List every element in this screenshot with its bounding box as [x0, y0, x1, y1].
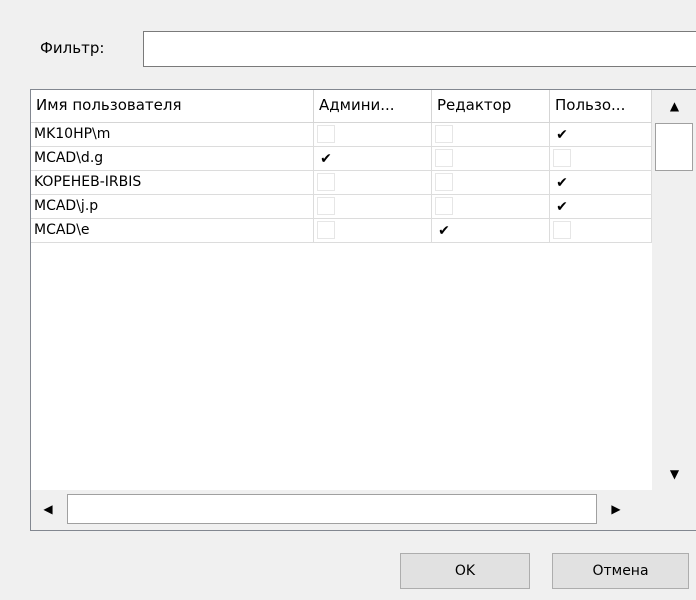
admin-checkbox[interactable]	[317, 221, 335, 239]
users-grid: Имя пользователя Админи... Редактор Поль…	[30, 89, 696, 531]
scroll-right-icon[interactable]: ▶	[599, 494, 633, 524]
editor-checkbox[interactable]	[435, 197, 453, 215]
cancel-button[interactable]: Отмена	[552, 553, 689, 589]
check-icon[interactable]: ✔	[553, 173, 571, 191]
ok-button[interactable]: OK	[400, 553, 530, 589]
user-checkbox[interactable]	[553, 149, 571, 167]
editor-cell: ✔	[432, 219, 550, 242]
admin-checkbox[interactable]	[317, 197, 335, 215]
editor-cell	[432, 171, 550, 194]
username-cell[interactable]: MCAD\e	[31, 219, 314, 242]
filter-label: Фильтр:	[40, 39, 105, 57]
table-row[interactable]: MCAD\d.g ✔	[31, 147, 652, 171]
table-row[interactable]: KOPEHEB-IRBIS ✔	[31, 171, 652, 195]
editor-checkbox[interactable]	[435, 173, 453, 191]
filter-input[interactable]	[143, 31, 696, 67]
user-cell: ✔	[550, 123, 652, 146]
column-header-editor[interactable]: Редактор	[432, 90, 550, 122]
vertical-scroll-thumb[interactable]	[655, 123, 693, 171]
vertical-scrollbar[interactable]: ▲ ▼	[652, 90, 696, 490]
username-cell[interactable]: MCAD\j.p	[31, 195, 314, 218]
admin-checkbox[interactable]	[317, 173, 335, 191]
column-header-admin[interactable]: Админи...	[314, 90, 432, 122]
editor-checkbox[interactable]	[435, 149, 453, 167]
admin-cell: ✔	[314, 147, 432, 170]
user-cell: ✔	[550, 195, 652, 218]
user-checkbox[interactable]	[553, 221, 571, 239]
column-header-username[interactable]: Имя пользователя	[31, 90, 314, 122]
horizontal-scroll-thumb[interactable]	[67, 494, 597, 524]
admin-cell	[314, 171, 432, 194]
user-cell	[550, 147, 652, 170]
admin-cell	[314, 219, 432, 242]
scroll-up-icon[interactable]: ▲	[652, 90, 696, 122]
table-row[interactable]: MK10HP\m ✔	[31, 123, 652, 147]
admin-cell	[314, 123, 432, 146]
scroll-down-icon[interactable]: ▼	[652, 458, 696, 490]
username-cell[interactable]: MCAD\d.g	[31, 147, 314, 170]
check-icon[interactable]: ✔	[553, 125, 571, 143]
table-row[interactable]: MCAD\j.p ✔	[31, 195, 652, 219]
editor-cell	[432, 147, 550, 170]
scroll-left-icon[interactable]: ◀	[31, 494, 65, 524]
username-cell[interactable]: KOPEHEB-IRBIS	[31, 171, 314, 194]
horizontal-scrollbar[interactable]: ◀ ▶	[31, 490, 652, 530]
grid-header: Имя пользователя Админи... Редактор Поль…	[31, 90, 652, 123]
editor-cell	[432, 195, 550, 218]
scrollbar-corner	[652, 490, 696, 530]
admin-checkbox[interactable]	[317, 125, 335, 143]
user-cell: ✔	[550, 171, 652, 194]
check-icon[interactable]: ✔	[553, 197, 571, 215]
check-icon[interactable]: ✔	[317, 149, 335, 167]
username-cell[interactable]: MK10HP\m	[31, 123, 314, 146]
admin-cell	[314, 195, 432, 218]
check-icon[interactable]: ✔	[435, 221, 453, 239]
editor-cell	[432, 123, 550, 146]
user-cell	[550, 219, 652, 242]
table-row[interactable]: MCAD\e ✔	[31, 219, 652, 243]
editor-checkbox[interactable]	[435, 125, 453, 143]
column-header-user[interactable]: Пользо...	[550, 90, 652, 122]
